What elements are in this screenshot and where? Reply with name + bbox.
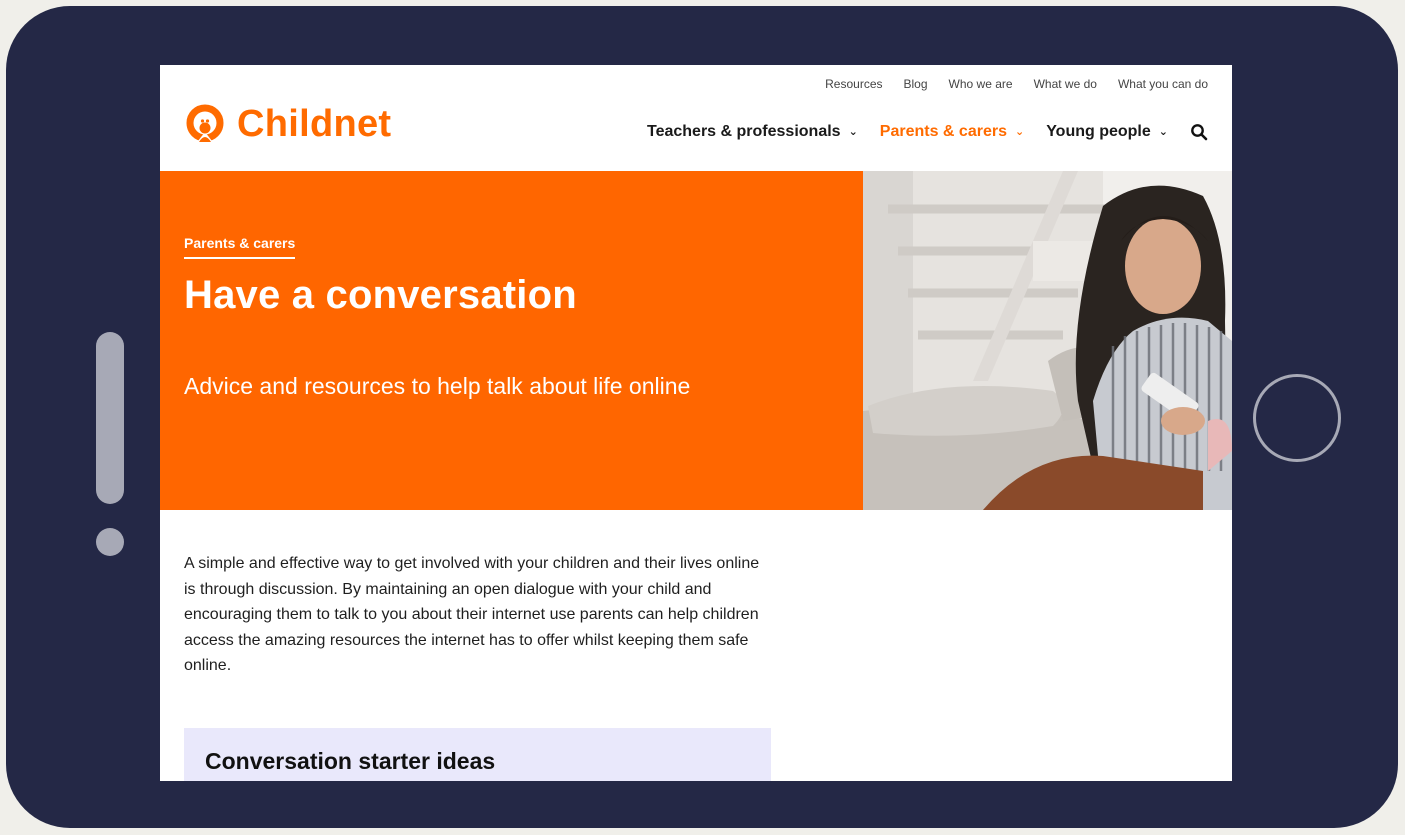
utility-link-resources[interactable]: Resources	[825, 77, 882, 91]
search-icon[interactable]	[1190, 123, 1208, 141]
breadcrumb[interactable]: Parents & carers	[184, 235, 296, 259]
nav-label: Young people	[1046, 123, 1151, 140]
utility-nav: Resources Blog Who we are What we do Wha…	[825, 77, 1208, 91]
childnet-logo[interactable]: Childnet	[183, 102, 391, 146]
hero-banner: Parents & carers Have a conversation Adv…	[160, 171, 863, 510]
main-nav: Teachers & professionals ⌄ Parents & car…	[647, 123, 1208, 141]
nav-parents-carers[interactable]: Parents & carers ⌄	[880, 123, 1024, 141]
utility-link-what-we-do[interactable]: What we do	[1034, 77, 1097, 91]
intro-paragraph: A simple and effective way to get involv…	[184, 555, 760, 674]
browser-screen: Resources Blog Who we are What we do Wha…	[160, 65, 1232, 781]
chevron-down-icon: ⌄	[848, 125, 858, 138]
chevron-down-icon: ⌄	[1014, 125, 1025, 138]
nav-teachers-professionals[interactable]: Teachers & professionals ⌄	[647, 123, 858, 141]
logo-wordmark: Childnet	[237, 102, 392, 145]
childnet-logo-icon	[186, 104, 224, 142]
nav-label: Teachers & professionals	[647, 123, 841, 140]
woman-with-phone-photo	[863, 171, 1232, 510]
utility-link-blog[interactable]: Blog	[904, 77, 928, 91]
tablet-home-button[interactable]	[1253, 374, 1341, 462]
hero-image	[863, 171, 1232, 510]
chevron-down-icon: ⌄	[1158, 125, 1168, 138]
nav-label: Parents & carers	[879, 123, 1007, 140]
tablet-camera-dot	[96, 528, 124, 556]
page-subtitle: Advice and resources to help talk about …	[184, 373, 691, 399]
utility-link-who-we-are[interactable]: Who we are	[949, 77, 1013, 91]
page-title: Have a conversation	[184, 273, 577, 317]
conversation-starter-box: Conversation starter ideas	[184, 728, 771, 781]
nav-young-people[interactable]: Young people ⌄	[1046, 123, 1168, 141]
site-header: Resources Blog Who we are What we do Wha…	[160, 65, 1232, 171]
utility-link-what-you-can-do[interactable]: What you can do	[1118, 77, 1208, 91]
tablet-side-bar	[96, 332, 124, 504]
callout-title: Conversation starter ideas	[205, 748, 496, 774]
